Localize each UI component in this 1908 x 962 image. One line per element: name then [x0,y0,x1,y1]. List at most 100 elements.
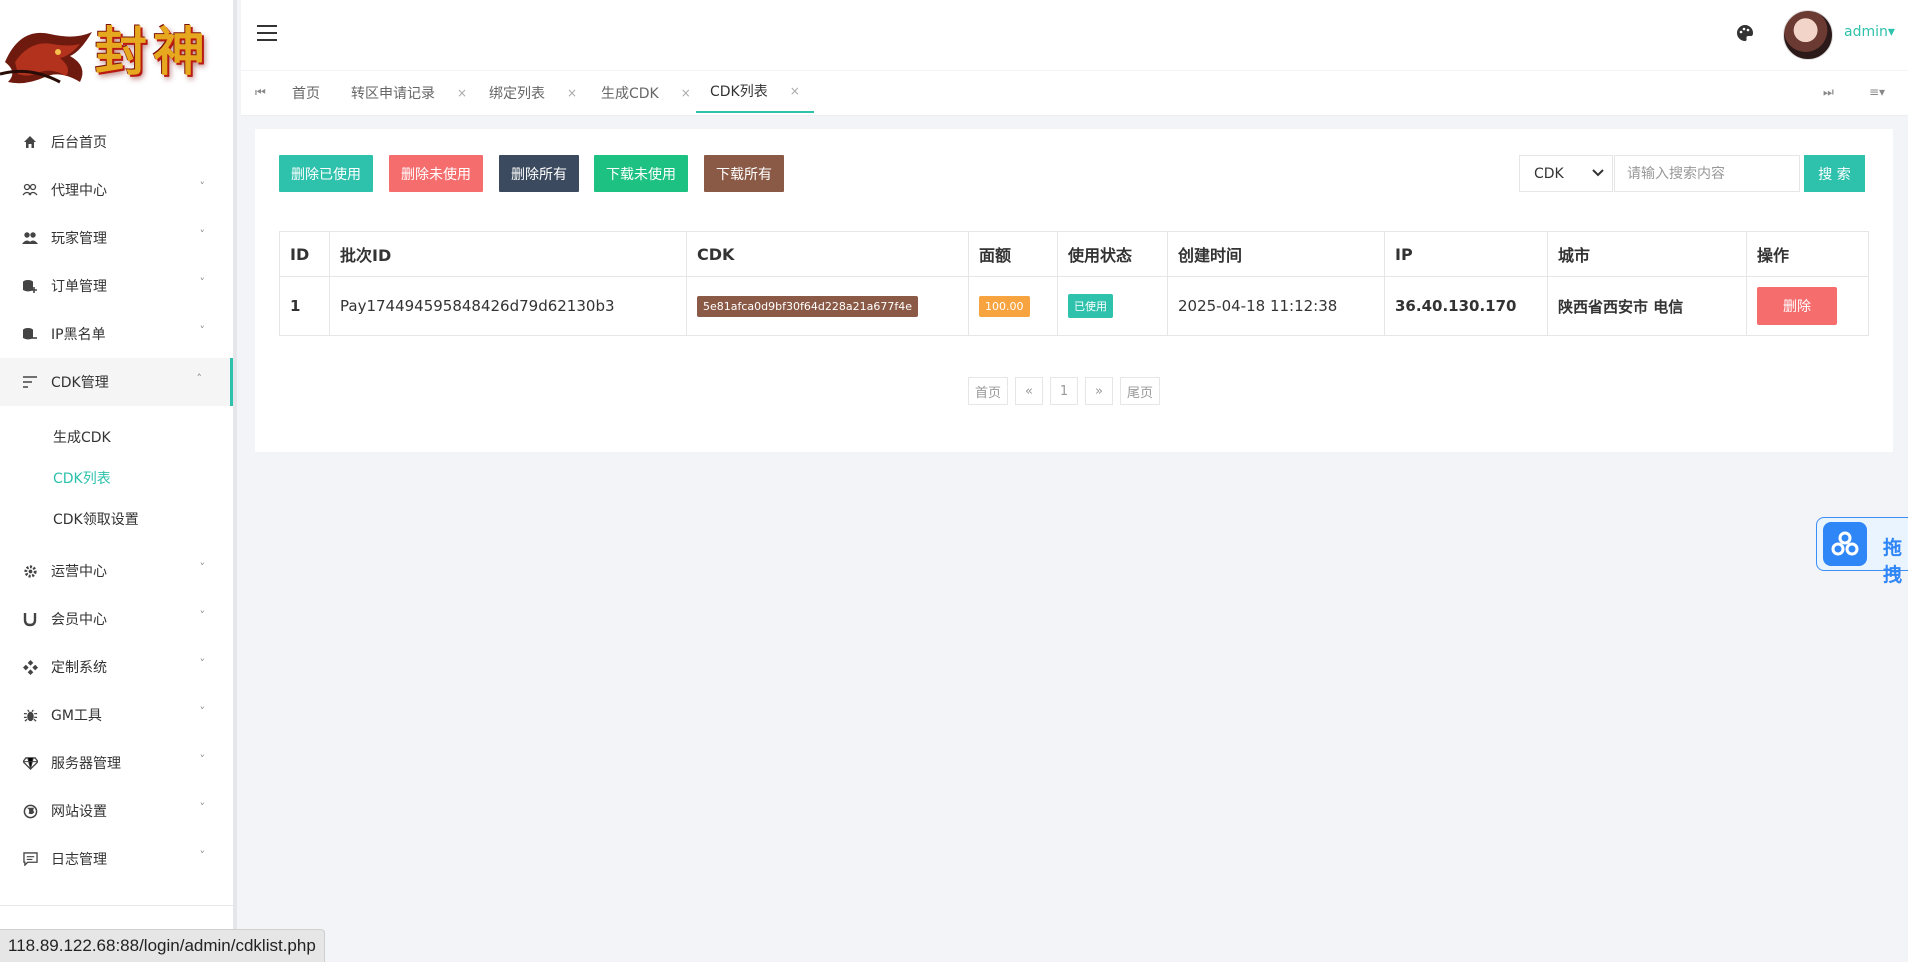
download-all-button[interactable]: 下载所有 [704,155,784,192]
sidebar-item-label: IP黑名单 [51,327,106,343]
chevron-up-icon: ˄ [196,372,203,385]
sidebar: 封神 后台首页 代理中心 ˅ 玩家管理 ˅ 订单管理 ˅ IP黑名单 ˅ CDK… [0,0,237,961]
sidebar-item-ip-blacklist[interactable]: IP黑名单 ˅ [0,310,233,358]
pager-page[interactable]: 1 [1050,377,1079,405]
sidebar-item-label: GM工具 [51,708,102,724]
floating-drag-widget[interactable]: 拖拽 [1816,517,1908,586]
sidebar-item-label: 玩家管理 [51,231,107,247]
sidebar-item-label: 定制系统 [51,660,107,676]
diamonds-icon [22,659,38,675]
search-button[interactable]: 搜 索 [1804,155,1865,192]
pager-prev[interactable]: « [1015,377,1044,405]
tabs-menu-icon[interactable]: ≡▾ [1869,85,1885,99]
cell-action: 删除 [1746,276,1869,336]
cell-batch-id: Pay174494595848426d79d62130b3 [329,276,687,336]
sidebar-item-servers[interactable]: 服务器管理 ˅ [0,739,233,787]
chevron-down-icon: ˅ [199,276,206,289]
tabs-scroll-right-icon[interactable]: ⏭ [1823,85,1834,100]
search-input[interactable] [1614,155,1800,192]
database-plus-icon [22,278,38,294]
tab-label: 转区申请记录 [351,85,435,102]
sidebar-item-cdk[interactable]: CDK管理 ˄ [0,358,233,406]
tab-cdk-list[interactable]: CDK列表 × [696,71,814,113]
tab-home[interactable]: 首页 [292,71,320,114]
palette-icon[interactable] [1736,24,1754,46]
chevron-down-icon: ˅ [199,228,206,241]
pager-first[interactable]: 首页 [968,377,1009,405]
delete-used-button[interactable]: 删除已使用 [279,155,373,192]
cell-status: 已使用 [1057,276,1168,336]
content-card: 删除已使用 删除未使用 删除所有 下载未使用 下载所有 CDK 搜 索 ID 批… [255,129,1893,452]
sidebar-item-label: 后台首页 [51,135,107,151]
cell-amount: 100.00 [968,276,1058,336]
sidebar-item-label: CDK管理 [51,375,109,391]
pager-next[interactable]: » [1085,377,1114,405]
sidebar-item-website-settings[interactable]: 网站设置 ˅ [0,787,233,835]
avatar[interactable] [1783,10,1833,60]
chevron-down-icon [1592,166,1604,180]
tab-generate-cdk[interactable]: 生成CDK × [601,71,691,114]
user-menu[interactable]: admin▾ [1844,24,1895,40]
sidebar-item-operations[interactable]: 运营中心 ˅ [0,547,233,595]
delete-all-button[interactable]: 删除所有 [499,155,579,192]
diamond-icon [22,755,38,771]
logo[interactable]: 封神 [0,0,237,115]
row-delete-button[interactable]: 删除 [1757,287,1837,325]
table-row: 1 Pay174494595848426d79d62130b3 5e81afca… [279,276,1869,336]
sidebar-item-label: 会员中心 [51,612,107,628]
chevron-down-icon: ˅ [199,561,206,574]
sidebar-item-players[interactable]: 玩家管理 ˅ [0,214,233,262]
menu-toggle-icon[interactable] [257,25,277,41]
sidebar-item-custom[interactable]: 定制系统 ˅ [0,643,233,691]
tab-label: CDK列表 [710,84,768,100]
sidebar-item-members[interactable]: 会员中心 ˅ [0,595,233,643]
sidebar-item-label: 网站设置 [51,804,107,820]
submenu-item-generate-cdk[interactable]: 生成CDK [0,416,233,457]
submenu-item-cdk-list[interactable]: CDK列表 [0,457,233,498]
bug-icon [22,707,38,723]
submenu-item-cdk-settings[interactable]: CDK领取设置 [0,498,233,539]
sort-lines-icon [22,374,38,390]
sidebar-divider [0,905,233,906]
floating-widget-label: 拖拽 [1883,537,1903,586]
cloud-icon [1823,522,1867,566]
people-icon [22,230,38,246]
chevron-down-icon: ˅ [199,609,206,622]
close-icon[interactable]: × [457,86,467,100]
close-icon[interactable]: × [790,84,800,98]
tabs-scroll-left-icon[interactable]: ⏮ [255,85,266,100]
sidebar-item-dashboard[interactable]: 后台首页 [0,118,233,166]
chevron-down-icon: ˅ [199,849,206,862]
chevron-down-icon: ˅ [199,180,206,193]
search-field-select[interactable]: CDK [1519,155,1613,192]
table-header-row: ID 批次ID CDK 面额 使用状态 创建时间 IP 城市 操作 [279,231,1869,277]
gear-icon [22,563,38,579]
dragon-logo-icon [0,32,92,84]
delete-unused-button[interactable]: 删除未使用 [389,155,483,192]
status-bar-url: 118.89.122.68:88/login/admin/cdklist.php [0,929,325,962]
logo-text: 封神 [95,22,212,83]
chevron-down-icon: ˅ [199,324,206,337]
sidebar-item-label: 代理中心 [51,183,107,199]
sidebar-item-gm-tools[interactable]: GM工具 ˅ [0,691,233,739]
database-minus-icon [22,326,38,342]
cell-cdk: 5e81afca0d9bf30f64d228a21a677f4e [686,276,969,336]
close-icon[interactable]: × [681,86,691,100]
sidebar-item-agents[interactable]: 代理中心 ˅ [0,166,233,214]
tabs-bar: ⏮ 首页 转区申请记录 × 绑定列表 × 生成CDK × CDK列表 × ⏭ ≡… [241,71,1908,116]
pager-last[interactable]: 尾页 [1120,377,1161,405]
download-unused-button[interactable]: 下载未使用 [594,155,688,192]
sidebar-item-logs[interactable]: 日志管理 ˅ [0,835,233,883]
home-icon [22,134,38,150]
tab-bind-list[interactable]: 绑定列表 × [489,71,577,114]
close-icon[interactable]: × [567,86,577,100]
chevron-down-icon: ˅ [199,705,206,718]
column-header-city: 城市 [1547,231,1747,277]
tab-label: 绑定列表 [489,85,545,102]
search-field-value: CDK [1534,165,1564,182]
sidebar-item-orders[interactable]: 订单管理 ˅ [0,262,233,310]
column-header-amount: 面额 [968,231,1058,277]
tab-transfer-requests[interactable]: 转区申请记录 × [351,71,467,114]
cell-id: 1 [279,276,330,336]
column-header-status: 使用状态 [1057,231,1168,277]
